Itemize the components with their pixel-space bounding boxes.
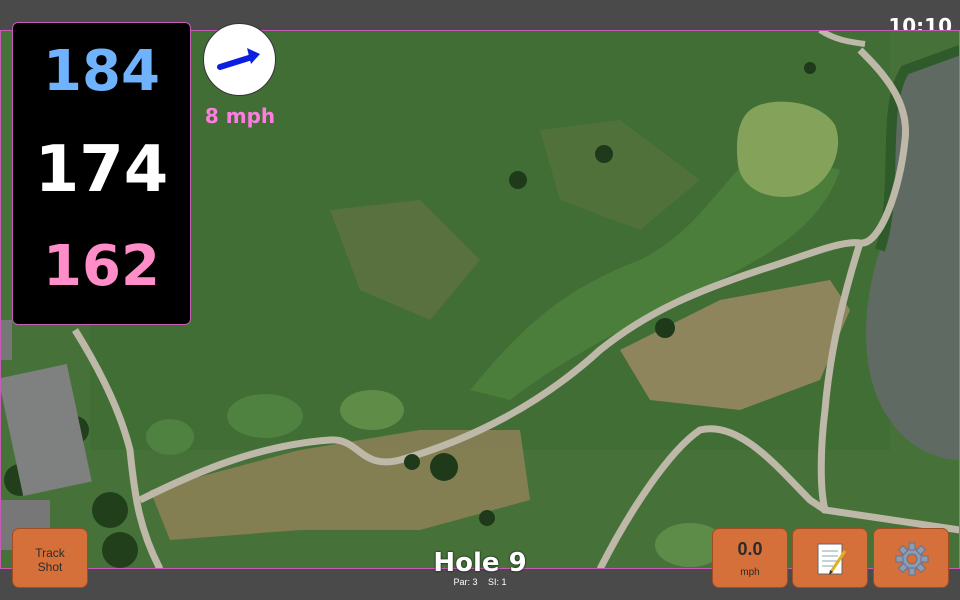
wind-indicator — [203, 23, 276, 96]
gear-icon — [895, 542, 929, 576]
track-shot-label: Track Shot — [35, 546, 65, 574]
speed-button[interactable]: 0.0 mph — [712, 528, 788, 588]
hole-info: Par: 3 SI: 1 — [380, 577, 580, 587]
speed-unit: mph — [740, 567, 760, 578]
wind-arrow-icon — [217, 48, 260, 70]
hole-title: Hole 9 — [433, 548, 527, 578]
wind-speed: 8 mph — [204, 104, 276, 128]
notepad-icon — [817, 543, 847, 575]
speed-value: 0.0 — [737, 539, 763, 559]
track-shot-button[interactable]: Track Shot — [12, 528, 88, 588]
settings-button[interactable] — [873, 528, 949, 588]
middle-distance: 174 — [34, 133, 169, 207]
front-distance: 162 — [43, 234, 160, 299]
back-distance: 184 — [43, 39, 160, 104]
hole-par: Par: 3 — [453, 577, 478, 587]
hole-si: SI: 1 — [488, 577, 507, 587]
distance-panel: 184 174 162 — [12, 22, 191, 325]
notes-button[interactable] — [792, 528, 868, 588]
